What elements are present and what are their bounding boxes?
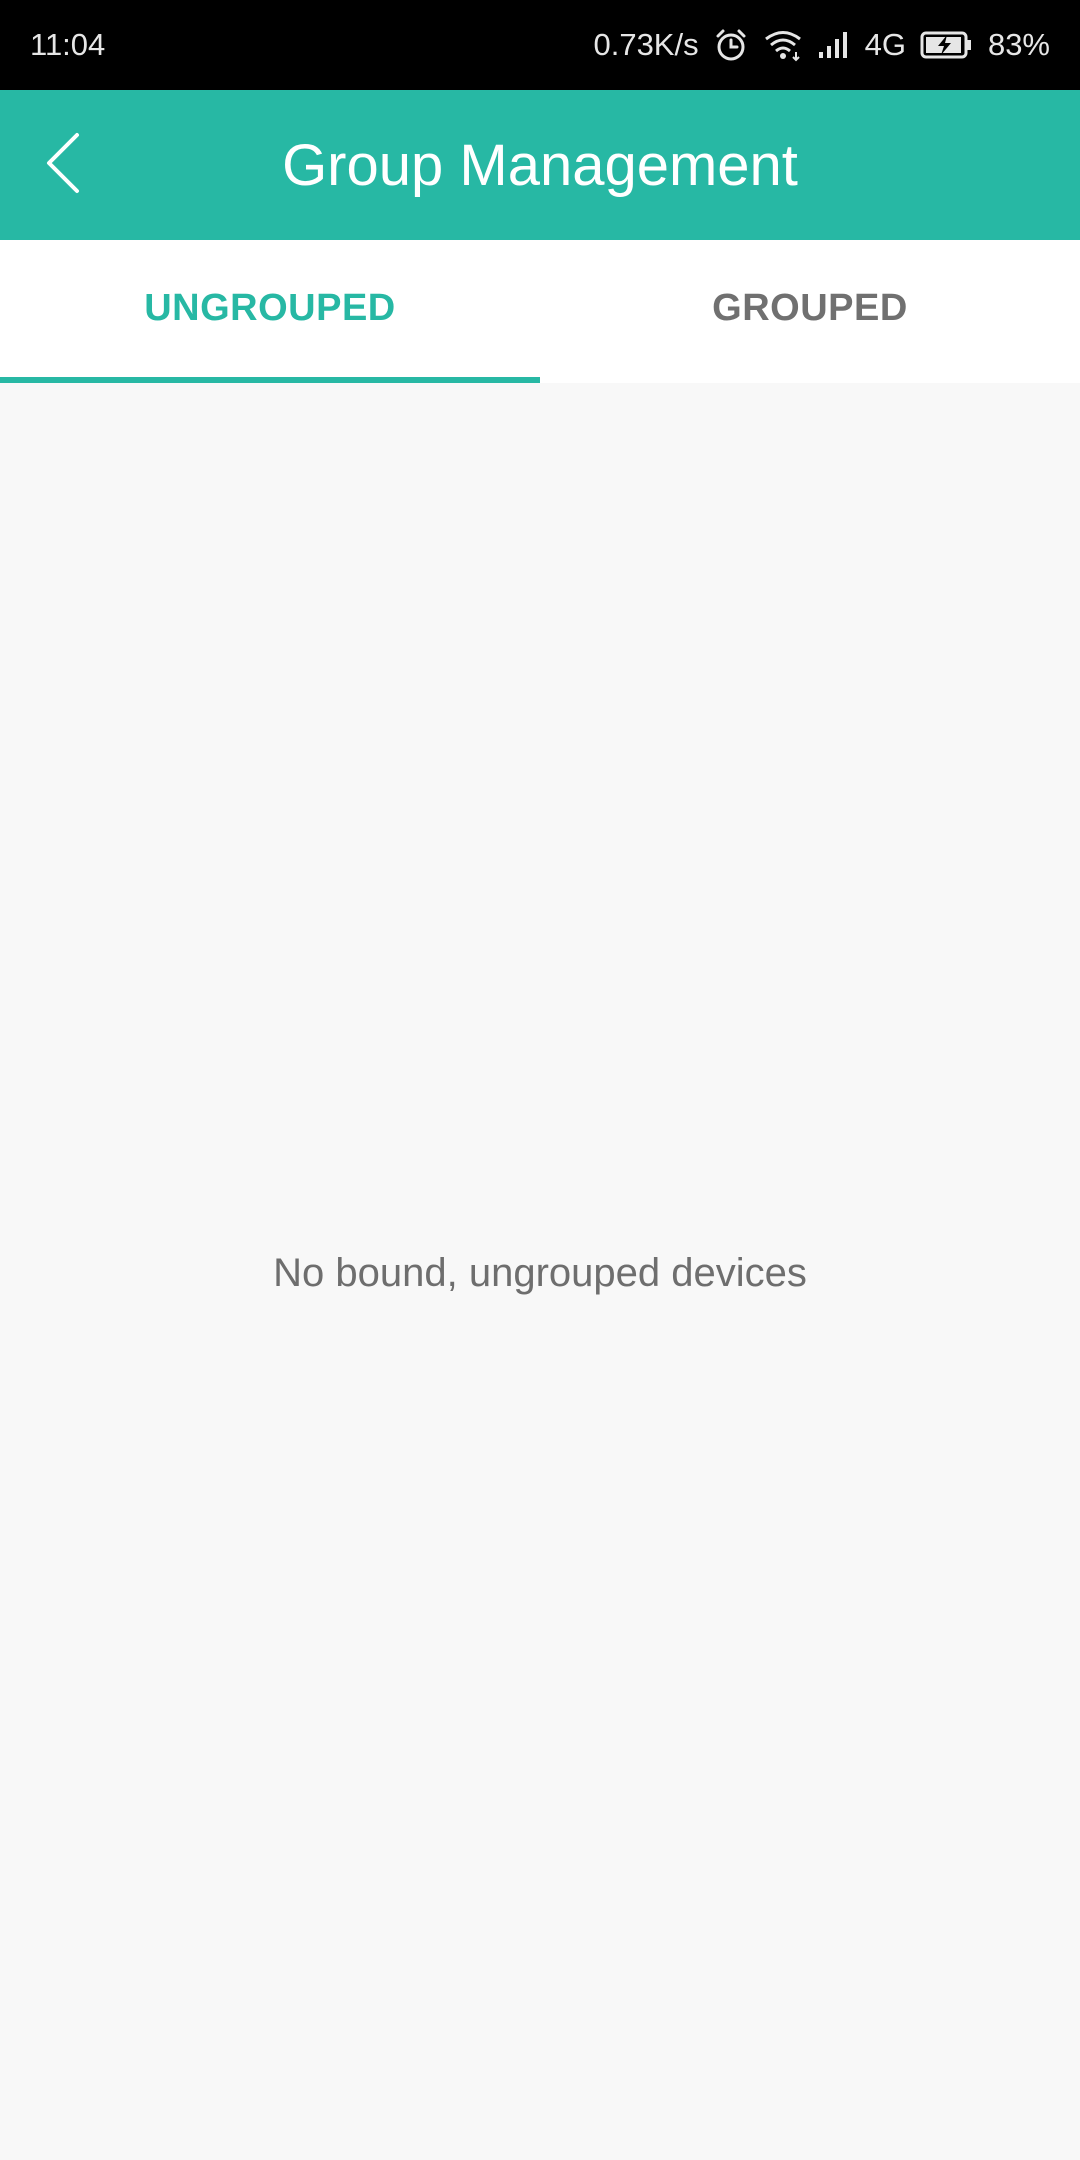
battery-charging-icon (920, 30, 974, 60)
status-time: 11:04 (30, 27, 106, 62)
tab-bar: UNGROUPED GROUPED (0, 240, 1080, 383)
status-indicators: 0.73K/s 4G 83% (593, 27, 1050, 63)
wifi-icon (763, 28, 803, 62)
page-title: Group Management (282, 132, 798, 198)
tab-ungrouped[interactable]: UNGROUPED (0, 240, 540, 383)
battery-percent: 83% (987, 27, 1050, 62)
app-bar: Group Management (0, 90, 1080, 240)
empty-state-message: No bound, ungrouped devices (273, 1251, 807, 1295)
tab-ungrouped-label: UNGROUPED (144, 287, 396, 329)
device-list-area: No bound, ungrouped devices (0, 383, 1080, 2160)
alarm-icon (713, 27, 749, 63)
signal-icon (817, 30, 851, 60)
network-type: 4G (864, 27, 906, 62)
network-speed: 0.73K/s (593, 27, 699, 62)
status-bar: 11:04 0.73K/s 4G 83% (0, 0, 1080, 90)
tab-grouped[interactable]: GROUPED (540, 240, 1080, 383)
tab-grouped-label: GROUPED (712, 287, 908, 329)
